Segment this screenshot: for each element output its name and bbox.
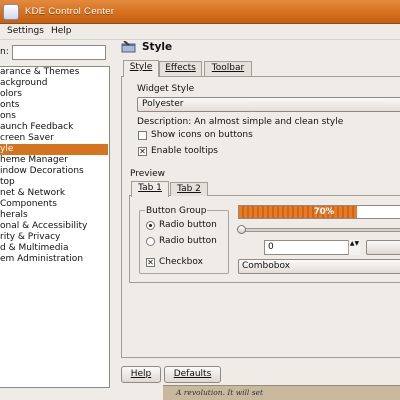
module-item-sound-multimedia[interactable]: d & Multimedia bbox=[0, 243, 108, 254]
radio-button-1[interactable] bbox=[146, 221, 155, 230]
module-item-icons[interactable]: ons bbox=[0, 111, 108, 122]
preview-tab-2[interactable]: Tab 2 bbox=[170, 182, 208, 196]
module-item-background[interactable]: ackground bbox=[0, 78, 108, 89]
preview-checkbox[interactable]: ✕ bbox=[146, 258, 155, 267]
preview-title: Preview bbox=[130, 169, 166, 179]
slider-track[interactable] bbox=[240, 228, 400, 232]
slider-handle[interactable] bbox=[237, 225, 246, 234]
module-item-appearance[interactable]: arance & Themes bbox=[0, 67, 108, 78]
module-item-launch-feedback[interactable]: aunch Feedback bbox=[0, 122, 108, 133]
title-bar[interactable]: KDE Control Center bbox=[0, 0, 400, 24]
module-item-window-decorations[interactable]: indow Decorations bbox=[0, 166, 108, 177]
tab-effects[interactable]: Effects bbox=[159, 61, 202, 76]
module-item-desktop[interactable]: top bbox=[0, 177, 108, 188]
widget-style-group-title: Widget Style bbox=[137, 84, 195, 94]
spin-arrows-icon[interactable]: ▲▼ bbox=[348, 240, 360, 255]
page-title: Style bbox=[142, 41, 173, 53]
module-item-internet-network[interactable]: net & Network bbox=[0, 188, 108, 199]
spin-box[interactable]: 0 bbox=[264, 240, 360, 255]
progress-text: 70% bbox=[313, 207, 335, 217]
module-item-kde-components[interactable]: Components bbox=[0, 199, 108, 210]
module-item-regional-accessibility[interactable]: onal & Accessibility bbox=[0, 221, 108, 232]
module-item-colors[interactable]: olors bbox=[0, 89, 108, 100]
style-brush-icon bbox=[121, 41, 136, 53]
search-label: n: bbox=[0, 47, 9, 57]
menu-bar: Settings Help bbox=[0, 24, 400, 40]
search-input[interactable] bbox=[12, 45, 106, 60]
preview-tab-1[interactable]: Tab 1 bbox=[131, 181, 169, 197]
module-item-theme-manager[interactable]: heme Manager bbox=[0, 155, 108, 166]
defaults-button[interactable]: Defaults bbox=[164, 366, 221, 383]
window-title: KDE Control Center bbox=[25, 6, 115, 17]
preview-button[interactable] bbox=[366, 240, 400, 255]
show-icons-checkbox[interactable] bbox=[138, 131, 147, 140]
radio-button-2[interactable] bbox=[146, 237, 155, 246]
widget-style-select[interactable]: Polyester bbox=[137, 97, 400, 112]
help-button[interactable]: Help bbox=[121, 366, 161, 383]
module-item-system-administration[interactable]: em Administration bbox=[0, 254, 108, 265]
module-item-fonts[interactable]: onts bbox=[0, 100, 108, 111]
kde-app-icon bbox=[3, 4, 19, 20]
enable-tooltips-label: Enable tooltips bbox=[151, 146, 218, 156]
show-icons-label: Show icons on buttons bbox=[151, 130, 253, 140]
tab-style[interactable]: Style bbox=[123, 60, 159, 77]
module-item-security-privacy[interactable]: rity & Privacy bbox=[0, 232, 108, 243]
combobox[interactable]: Combobox bbox=[238, 259, 400, 274]
tab-toolbar[interactable]: Toolbar bbox=[204, 61, 252, 76]
enable-tooltips-checkbox[interactable]: ✕ bbox=[138, 147, 147, 156]
radio-button-2-label: Radio button bbox=[159, 236, 217, 246]
preview-checkbox-label: Checkbox bbox=[159, 257, 203, 267]
background-document-text: A revolution. It will set bbox=[176, 388, 263, 397]
module-list[interactable]: arance & Themes ackground olors onts ons… bbox=[0, 66, 110, 388]
module-item-style[interactable]: yle bbox=[0, 144, 108, 155]
style-description: Description: An almost simple and clean … bbox=[137, 117, 344, 127]
button-group-title: Button Group bbox=[145, 206, 208, 216]
module-item-peripherals[interactable]: herals bbox=[0, 210, 108, 221]
menu-help[interactable]: Help bbox=[51, 26, 72, 36]
progress-bar: 70% bbox=[238, 205, 400, 219]
module-item-screen-saver[interactable]: creen Saver bbox=[0, 133, 108, 144]
radio-button-1-label: Radio button bbox=[159, 220, 217, 230]
menu-settings[interactable]: Settings bbox=[7, 26, 44, 36]
